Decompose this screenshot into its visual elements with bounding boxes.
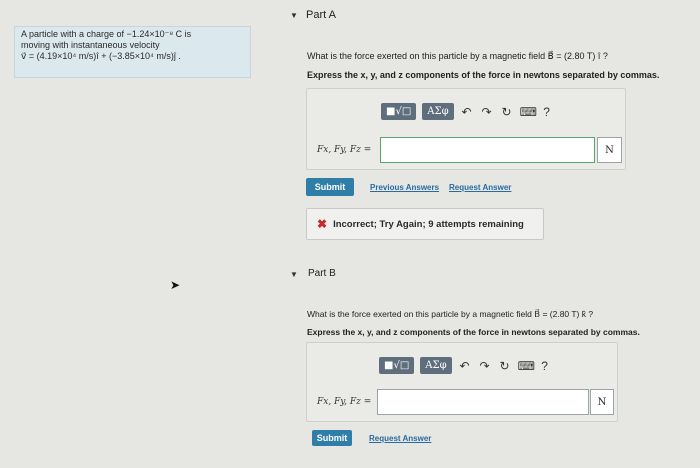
problem-statement: A particle with a charge of −1.24×10⁻⁸ C… [14, 26, 251, 78]
part-b-collapse-icon[interactable]: ▼ [290, 270, 298, 279]
part-b-instruction: Express the x, y, and z components of th… [307, 327, 640, 337]
part-b-answer-panel: ■√□ AΣφ ↶ ↷ ↻ ⌨ ? Fx, Fy, Fz = N [306, 342, 618, 422]
part-a-unit: N [597, 137, 622, 163]
part-a-submit-button[interactable]: Submit [306, 178, 354, 196]
problem-line-2: moving with instantaneous velocity [21, 40, 160, 50]
reset-icon[interactable]: ↻ [498, 359, 512, 373]
part-a-instruction: Express the x, y, and z components of th… [307, 70, 660, 80]
greek-symbols-button[interactable]: AΣφ [420, 357, 452, 374]
feedback-text: Incorrect; Try Again; 9 attempts remaini… [333, 218, 524, 230]
problem-line-3: v⃗ = (4.19×10⁴ m/s)î + (−3.85×10⁴ m/s)ĵ … [21, 51, 181, 61]
part-a-title: Part A [306, 9, 336, 21]
keyboard-icon[interactable]: ⌨ [520, 105, 537, 119]
feedback-box: ✖ Incorrect; Try Again; 9 attempts remai… [306, 208, 544, 240]
undo-icon[interactable]: ↶ [460, 105, 474, 119]
part-a-answer-input[interactable] [380, 137, 595, 163]
previous-answers-link[interactable]: Previous Answers [370, 183, 439, 192]
part-b-toolbar: ■√□ AΣφ ↶ ↷ ↻ ⌨ ? [379, 357, 552, 374]
part-a-question: What is the force exerted on this partic… [307, 51, 608, 61]
part-b-title: Part B [308, 268, 336, 279]
reset-icon[interactable]: ↻ [500, 105, 514, 119]
matrix-template-button[interactable]: ■√□ [381, 103, 417, 120]
help-icon[interactable]: ? [540, 105, 554, 119]
keyboard-icon[interactable]: ⌨ [518, 359, 535, 373]
part-a-answer-panel: ■√□ AΣφ ↶ ↷ ↻ ⌨ ? Fx, Fy, Fz = N [306, 88, 626, 170]
part-a-toolbar: ■√□ AΣφ ↶ ↷ ↻ ⌨ ? [381, 103, 554, 120]
part-b-question: What is the force exerted on this partic… [307, 309, 594, 319]
matrix-template-button[interactable]: ■√□ [379, 357, 415, 374]
part-a-eq-label: Fx, Fy, Fz = [317, 145, 372, 155]
part-b-answer-input[interactable] [377, 389, 589, 415]
incorrect-icon: ✖ [317, 217, 328, 231]
greek-symbols-button[interactable]: AΣφ [422, 103, 454, 120]
redo-icon[interactable]: ↷ [478, 359, 492, 373]
part-b-unit: N [590, 389, 614, 415]
part-a-request-answer-link[interactable]: Request Answer [449, 183, 511, 192]
problem-line-1: A particle with a charge of −1.24×10⁻⁸ C… [21, 29, 192, 39]
help-icon[interactable]: ? [538, 359, 552, 373]
redo-icon[interactable]: ↷ [480, 105, 494, 119]
part-b-eq-label: Fx, Fy, Fz = [317, 397, 372, 407]
part-a-collapse-icon[interactable]: ▼ [290, 11, 298, 20]
mouse-cursor-icon: ➤ [170, 278, 181, 292]
undo-icon[interactable]: ↶ [458, 359, 472, 373]
part-b-request-answer-link[interactable]: Request Answer [369, 434, 431, 443]
part-b-submit-button[interactable]: Submit [312, 430, 352, 446]
